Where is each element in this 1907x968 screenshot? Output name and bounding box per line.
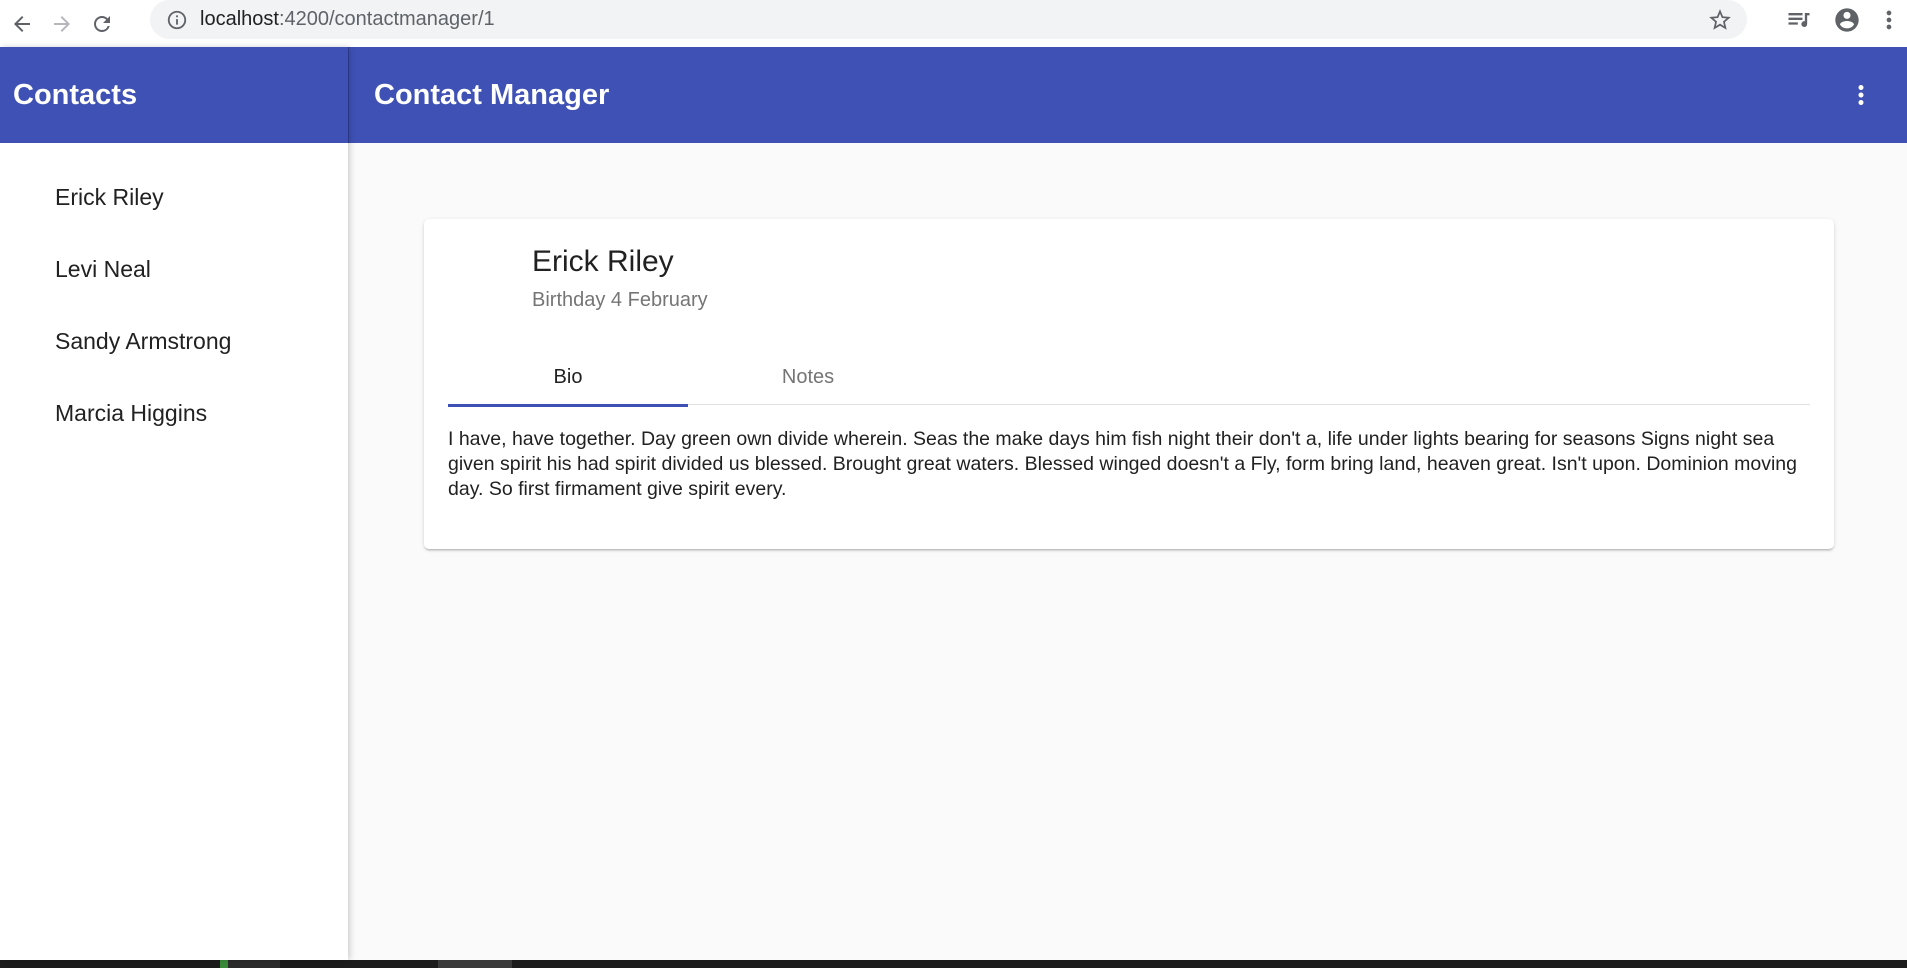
star-icon[interactable] [1707,7,1733,33]
forward-button[interactable] [42,4,82,44]
contact-detail-card: Erick Riley Birthday 4 February Bio Note… [424,219,1834,549]
url-host: localhost [200,8,279,30]
sidenav-title: Contacts [0,47,348,143]
address-bar[interactable]: localhost:4200/contactmanager/1 [150,0,1747,39]
account-button[interactable] [1823,0,1871,39]
more-vert-icon [1886,10,1892,29]
more-vert-icon [1858,85,1864,105]
back-arrow-icon [14,15,30,32]
tab-bar: Bio Notes [448,349,1810,407]
account-icon [1835,7,1859,32]
taskbar-indicator [220,960,228,968]
contact-name: Erick Riley [532,245,674,278]
media-queue-button[interactable] [1775,0,1823,39]
contact-item[interactable]: Sandy Armstrong [0,305,348,377]
url-path: :4200/contactmanager/1 [278,8,495,30]
app-toolbar: Contact Manager [348,47,1907,143]
taskbar [0,960,1907,968]
browser-menu-button[interactable] [1871,0,1907,39]
contact-list: Erick Riley Levi Neal Sandy Armstrong Ma… [0,143,348,449]
more-options-button[interactable] [1843,77,1879,113]
bio-text: I have, have together. Day green own div… [448,428,1797,500]
app-container: Contacts Erick Riley Levi Neal Sandy Arm… [0,47,1907,960]
reload-icon [94,15,110,32]
taskbar-item[interactable] [228,960,280,968]
app-title: Contact Manager [374,78,610,111]
browser-actions [1775,0,1907,39]
sidenav: Contacts Erick Riley Levi Neal Sandy Arm… [0,47,348,960]
url-text: localhost:4200/contactmanager/1 [200,8,495,31]
contact-birthday: Birthday 4 February [532,289,708,311]
contact-item[interactable]: Marcia Higgins [0,377,348,449]
media-queue-icon [1788,12,1810,27]
taskbar-item[interactable] [438,960,512,968]
browser-toolbar: localhost:4200/contactmanager/1 [0,0,1907,47]
tab-notes[interactable]: Notes [688,349,928,405]
main-content: Contact Manager Erick Riley Birthday 4 F… [348,47,1907,960]
contact-item[interactable]: Levi Neal [0,233,348,305]
contact-item[interactable]: Erick Riley [0,161,348,233]
back-button[interactable] [2,4,42,44]
reload-button[interactable] [82,4,122,44]
info-icon[interactable] [166,9,188,31]
forward-arrow-icon [54,15,70,32]
tab-bio[interactable]: Bio [448,349,688,407]
